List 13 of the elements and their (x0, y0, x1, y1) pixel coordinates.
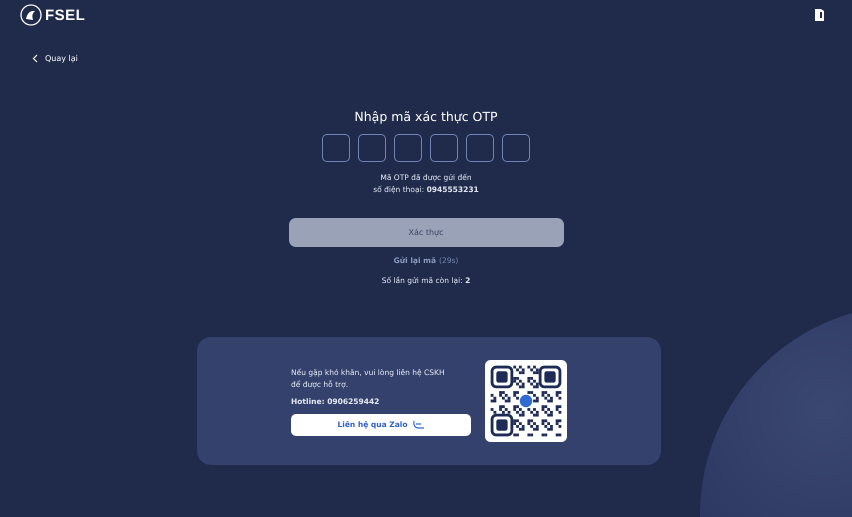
otp-digit-field[interactable] (466, 134, 494, 162)
zalo-icon (412, 420, 425, 429)
otp-title: Nhập mã xác thực OTP (354, 109, 498, 124)
otp-digit-field[interactable] (322, 134, 350, 162)
logout-icon[interactable] (815, 9, 824, 21)
chevron-left-icon (32, 54, 39, 63)
logo-text: FSEL (45, 6, 86, 24)
otp-digit-field[interactable] (394, 134, 422, 162)
otp-digit-field[interactable] (430, 134, 458, 162)
otp-digit-field[interactable] (358, 134, 386, 162)
back-link[interactable]: Quay lại (32, 54, 78, 63)
otp-digit-field[interactable] (502, 134, 530, 162)
logo-icon (20, 4, 42, 26)
